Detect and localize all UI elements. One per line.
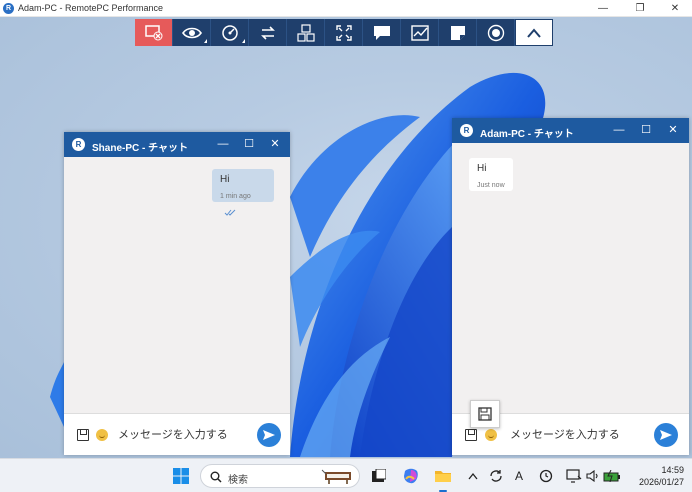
file-transfer-icon [260,25,275,40]
window-titlebar: R Adam-PC - RemotePC Performance — ❐ ✕ [0,0,692,17]
keyboard-shortcut-icon [296,23,315,42]
taskbar: 検索 A 14:59 2026/01/27 [0,458,692,492]
search-highlight-piano-icon [321,469,351,484]
chat-window-shane: R Shane-PC - チャット — ☐ ✕ Hi 1 min ago [64,132,290,455]
battery-charging-icon [603,470,620,482]
tray-network-button[interactable] [566,465,582,487]
chat-maximize-button[interactable]: ☐ [242,137,256,151]
whiteboard-icon [410,24,429,41]
chat-title: Shane-PC - チャット [92,143,189,154]
view-icon [181,27,202,38]
chat-header: R Shane-PC - チャット — ☐ ✕ [64,132,290,157]
tray-battery-button[interactable] [603,465,621,487]
clock-icon [539,469,553,483]
toolbar-disconnect-button[interactable] [135,19,173,46]
chevron-up-icon [468,472,478,480]
chat-title: Adam-PC - チャット [480,129,574,140]
message-bubble-sent: Hi 1 min ago [212,169,274,216]
tray-volume-button[interactable] [586,465,600,487]
remotepc-logo-icon: R [460,124,473,137]
tray-overflow-button[interactable] [466,465,480,487]
speaker-icon [586,470,598,482]
message-time: 1 min ago [220,193,251,200]
message-time: Just now [477,182,505,189]
send-button[interactable] [257,423,281,447]
save-tooltip [470,400,500,428]
taskbar-clock[interactable]: 14:59 2026/01/27 [639,464,684,488]
message-bubble-received: Hi Just now [469,158,513,191]
windows-start-icon [173,468,189,484]
taskbar-app-terminal[interactable] [368,465,390,487]
send-button[interactable] [654,423,678,447]
message-text: Hi [477,163,487,174]
chat-header: R Adam-PC - チャット — ☐ ✕ [452,118,689,143]
window-title: Adam-PC - RemotePC Performance [18,3,164,13]
window-maximize-button[interactable]: ❐ [623,1,657,16]
search-icon [210,471,222,483]
copilot-icon [404,468,418,484]
toolbar-record-button[interactable] [477,19,515,46]
collapse-chevron-icon [527,27,541,38]
clock-date: 2026/01/27 [638,477,684,487]
taskbar-app-file-explorer[interactable] [432,465,454,492]
toolbar-whiteboard-button[interactable] [401,19,439,46]
chat-close-button[interactable]: ✕ [268,137,282,151]
chat-maximize-button[interactable]: ☐ [639,123,653,137]
save-chat-icon[interactable] [465,429,477,441]
save-icon [478,407,492,421]
disconnect-icon [144,24,162,40]
send-icon [263,430,275,440]
chat-input-bar [64,413,290,455]
sync-icon [490,470,502,482]
clock-time: 14:59 [661,465,684,475]
chat-icon [373,25,390,40]
remotepc-logo-icon: R [3,3,14,14]
chat-minimize-button[interactable]: — [216,137,230,151]
message-input[interactable] [510,423,640,447]
message-input[interactable] [118,423,248,447]
toolbar-view-button[interactable] [173,19,211,46]
taskbar-app-copilot[interactable] [400,465,422,487]
toolbar-performance-button[interactable] [211,19,249,46]
emoji-icon[interactable] [485,429,497,441]
performance-icon [221,24,238,41]
fullscreen-icon [335,24,352,41]
window-close-button[interactable]: ✕ [658,1,692,16]
toolbar-fullscreen-button[interactable] [325,19,363,46]
sticky-note-icon [450,25,465,40]
remotepc-logo-icon: R [72,138,85,151]
toolbar-keyboard-shortcut-button[interactable] [287,19,325,46]
send-icon [660,430,672,440]
toolbar-chat-button[interactable] [363,19,401,46]
taskbar-search[interactable]: 検索 [200,464,360,488]
chat-close-button[interactable]: ✕ [666,123,680,137]
chat-minimize-button[interactable]: — [612,123,626,137]
toolbar-file-transfer-button[interactable] [249,19,287,46]
message-text: Hi [220,174,230,185]
search-placeholder: 検索 [228,475,248,486]
remote-toolbar [135,19,553,46]
emoji-icon[interactable] [96,429,108,441]
start-button[interactable] [170,465,192,487]
toolbar-sticky-note-button[interactable] [439,19,477,46]
tray-ime-indicator[interactable]: A [512,465,526,487]
toolbar-collapse-button[interactable] [515,19,553,46]
network-monitor-icon [566,469,582,483]
tray-sync-button[interactable] [488,465,504,487]
save-chat-icon[interactable] [77,429,89,441]
folder-icon [435,471,451,482]
double-check-icon [224,209,236,216]
window-minimize-button[interactable]: — [586,1,620,16]
tray-clock-app-button[interactable] [538,465,554,487]
record-icon [487,24,504,41]
terminal-icon [372,469,386,482]
